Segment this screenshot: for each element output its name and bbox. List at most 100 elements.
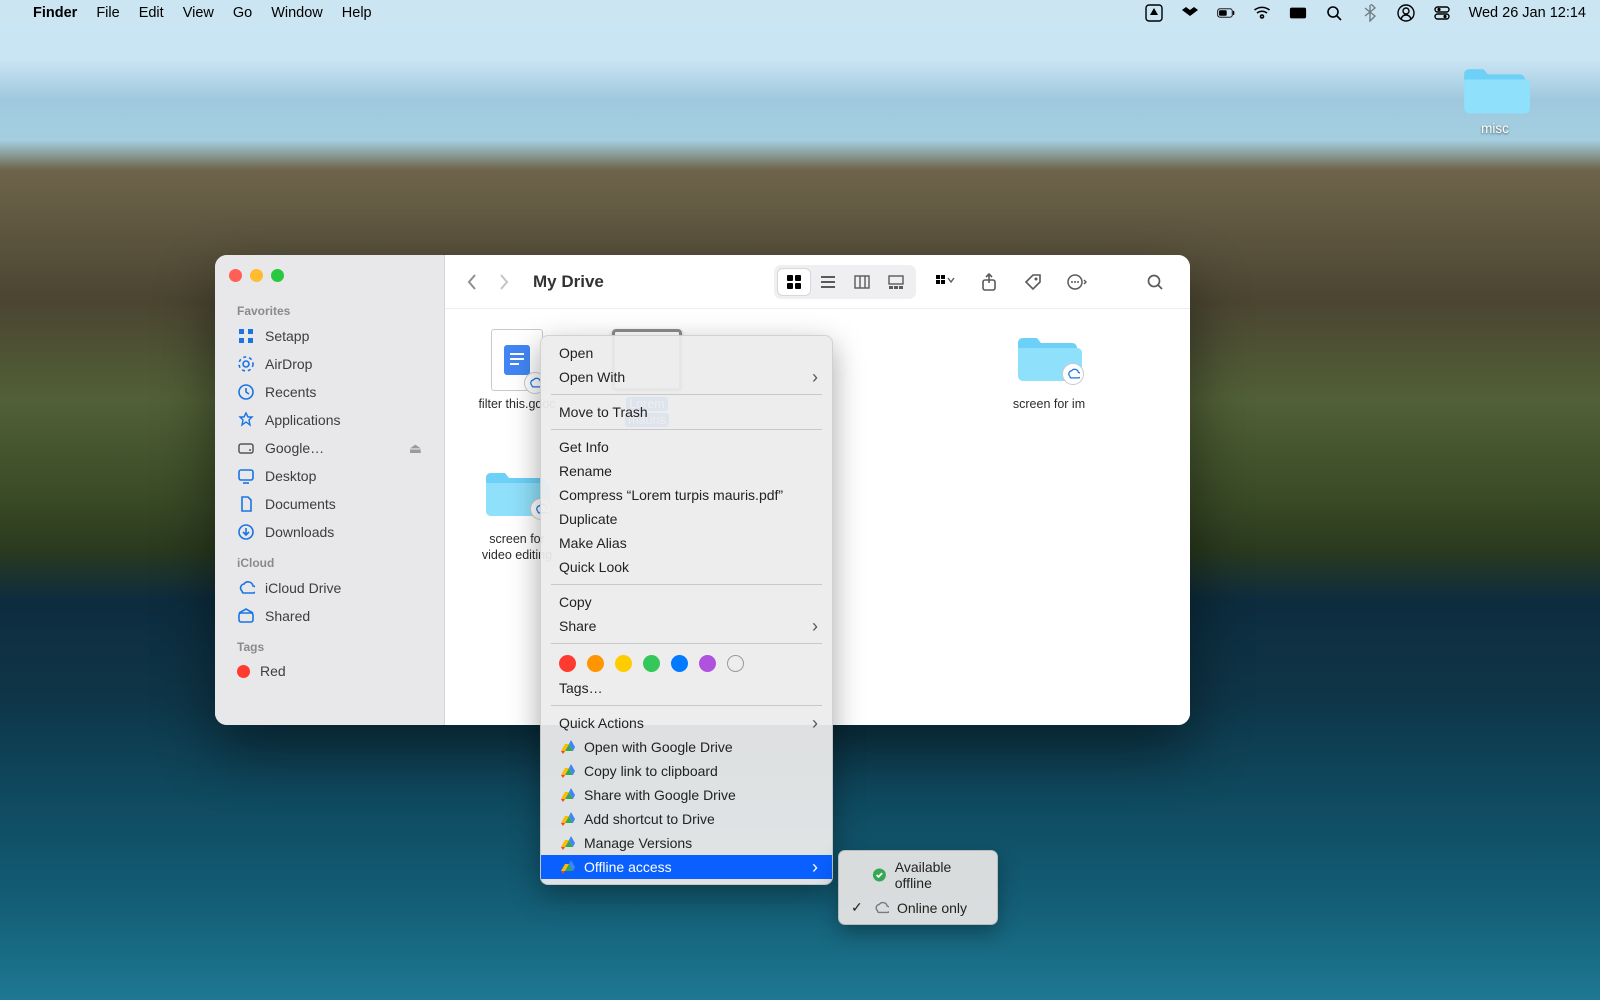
window-minimize-button[interactable]	[250, 269, 263, 282]
status-drive-icon[interactable]	[1145, 4, 1163, 22]
downloads-icon	[237, 523, 255, 541]
menubar-clock[interactable]: Wed 26 Jan 12:14	[1469, 5, 1586, 21]
gdrive-icon	[559, 739, 575, 755]
back-button[interactable]	[465, 272, 479, 292]
sidebar-label: Applications	[265, 412, 341, 428]
status-bluetooth-icon[interactable]	[1361, 4, 1379, 22]
tag-color-dot[interactable]	[587, 655, 604, 672]
sidebar-label: Documents	[265, 496, 336, 512]
menu-window[interactable]: Window	[271, 5, 323, 21]
status-dropbox-icon[interactable]	[1181, 4, 1199, 22]
sidebar-heading-favorites: Favorites	[215, 294, 444, 322]
menu-gd-offline-access[interactable]: Offline access	[541, 855, 832, 879]
cloud-badge-icon	[1062, 363, 1084, 385]
tag-color-dot[interactable]	[699, 655, 716, 672]
more-button[interactable]	[1062, 269, 1092, 295]
tag-color-dot[interactable]	[615, 655, 632, 672]
offline-access-submenu: Available offline ✓ Online only	[838, 850, 998, 925]
tag-color-dot[interactable]	[643, 655, 660, 672]
menu-tags-row	[541, 649, 832, 676]
sidebar-item-googledrive[interactable]: Google… ⏏	[215, 434, 444, 462]
menu-duplicate[interactable]: Duplicate	[541, 507, 832, 531]
sidebar-label: Setapp	[265, 328, 309, 344]
file-item[interactable]: screen for im	[1005, 329, 1093, 428]
forward-button[interactable]	[497, 272, 511, 292]
menu-quick-look[interactable]: Quick Look	[541, 555, 832, 579]
status-battery-icon[interactable]	[1217, 4, 1235, 22]
sidebar-item-downloads[interactable]: Downloads	[215, 518, 444, 546]
sidebar-item-desktop[interactable]: Desktop	[215, 462, 444, 490]
sidebar-label: AirDrop	[265, 356, 312, 372]
sidebar-item-shared[interactable]: Shared	[215, 602, 444, 630]
menu-gd-share[interactable]: Share with Google Drive	[541, 783, 832, 807]
harddrive-icon	[237, 439, 255, 457]
menu-go[interactable]: Go	[233, 5, 252, 21]
sidebar-heading-icloud: iCloud	[215, 546, 444, 574]
sidebar-item-recents[interactable]: Recents	[215, 378, 444, 406]
menu-gd-shortcut[interactable]: Add shortcut to Drive	[541, 807, 832, 831]
menu-help[interactable]: Help	[342, 5, 372, 21]
menu-make-alias[interactable]: Make Alias	[541, 531, 832, 555]
sidebar-item-airdrop[interactable]: AirDrop	[215, 350, 444, 378]
menu-open-with[interactable]: Open With	[541, 365, 832, 389]
window-zoom-button[interactable]	[271, 269, 284, 282]
sidebar-tag-red[interactable]: Red	[215, 658, 444, 684]
menu-compress[interactable]: Compress “Lorem turpis mauris.pdf”	[541, 483, 832, 507]
menu-rename[interactable]: Rename	[541, 459, 832, 483]
cloud-icon	[237, 579, 255, 597]
finder-sidebar: Favorites Setapp AirDrop Recents Applica…	[215, 255, 445, 725]
gdrive-icon	[559, 763, 575, 779]
gdrive-icon	[559, 787, 575, 803]
menubar: Finder File Edit View Go Window Help Wed…	[0, 0, 1600, 25]
status-keyboard-icon[interactable]	[1289, 4, 1307, 22]
menu-gd-copylink[interactable]: Copy link to clipboard	[541, 759, 832, 783]
view-mode-group	[774, 265, 916, 299]
window-close-button[interactable]	[229, 269, 242, 282]
menu-move-to-trash[interactable]: Move to Trash	[541, 400, 832, 424]
menu-separator	[551, 643, 822, 644]
submenu-online-only[interactable]: ✓ Online only	[839, 895, 997, 920]
menu-share[interactable]: Share	[541, 614, 832, 638]
menu-open[interactable]: Open	[541, 341, 832, 365]
view-list-button[interactable]	[812, 269, 844, 295]
gdrive-icon	[559, 811, 575, 827]
menu-app-name[interactable]: Finder	[33, 5, 77, 21]
desktop-folder-misc[interactable]: misc	[1450, 60, 1540, 136]
menu-tags[interactable]: Tags…	[541, 676, 832, 700]
sidebar-item-setapp[interactable]: Setapp	[215, 322, 444, 350]
cloud-icon	[873, 900, 889, 916]
status-control-center-icon[interactable]	[1433, 4, 1451, 22]
menu-file[interactable]: File	[96, 5, 119, 21]
submenu-available-offline[interactable]: Available offline	[839, 855, 997, 895]
status-user-icon[interactable]	[1397, 4, 1415, 22]
menu-get-info[interactable]: Get Info	[541, 435, 832, 459]
folder-icon	[1014, 329, 1082, 383]
status-wifi-icon[interactable]	[1253, 4, 1271, 22]
group-by-button[interactable]	[930, 269, 960, 295]
menu-gd-versions[interactable]: Manage Versions	[541, 831, 832, 855]
search-button[interactable]	[1140, 269, 1170, 295]
sidebar-label: Red	[260, 663, 286, 679]
menu-view[interactable]: View	[183, 5, 214, 21]
view-gallery-button[interactable]	[880, 269, 912, 295]
sidebar-label: Shared	[265, 608, 310, 624]
airdrop-icon	[237, 355, 255, 373]
menu-quick-actions[interactable]: Quick Actions	[541, 711, 832, 735]
tags-button[interactable]	[1018, 269, 1048, 295]
eject-icon[interactable]: ⏏	[409, 440, 422, 457]
tag-color-dot[interactable]	[559, 655, 576, 672]
sidebar-item-documents[interactable]: Documents	[215, 490, 444, 518]
tag-color-dot[interactable]	[671, 655, 688, 672]
sidebar-item-applications[interactable]: Applications	[215, 406, 444, 434]
tag-color-dot[interactable]	[727, 655, 744, 672]
status-spotlight-icon[interactable]	[1325, 4, 1343, 22]
menu-edit[interactable]: Edit	[139, 5, 164, 21]
share-button[interactable]	[974, 269, 1004, 295]
menu-copy[interactable]: Copy	[541, 590, 832, 614]
sidebar-item-iclouddrive[interactable]: iCloud Drive	[215, 574, 444, 602]
gdrive-icon	[559, 859, 575, 875]
view-columns-button[interactable]	[846, 269, 878, 295]
menu-gd-open[interactable]: Open with Google Drive	[541, 735, 832, 759]
check-circle-icon	[872, 867, 887, 883]
view-icons-button[interactable]	[778, 269, 810, 295]
